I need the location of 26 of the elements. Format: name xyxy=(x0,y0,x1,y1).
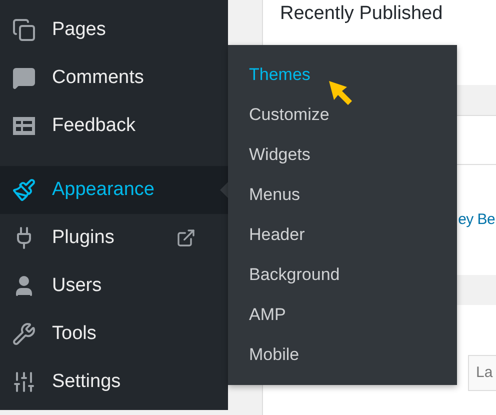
card-heading: Recently Published xyxy=(280,2,444,26)
submenu-item[interactable]: Customize xyxy=(228,95,457,135)
pages-icon xyxy=(12,18,36,42)
sidebar-item[interactable]: Plugins xyxy=(0,214,228,262)
submenu-item[interactable]: Mobile xyxy=(228,335,457,375)
sidebar-item[interactable]: Tools xyxy=(0,310,228,358)
tab[interactable]: La xyxy=(468,355,496,391)
submenu-item[interactable]: Background xyxy=(228,255,457,295)
feedback-icon xyxy=(12,114,36,138)
sidebar-item[interactable]: Settings xyxy=(0,358,228,406)
submenu-item[interactable]: Menus xyxy=(228,175,457,215)
submenu-item[interactable]: AMP xyxy=(228,295,457,335)
sidebar-item[interactable]: Feedback xyxy=(0,102,228,150)
cursor-icon xyxy=(328,80,354,106)
sidebar-item[interactable]: Pages xyxy=(0,6,228,54)
submenu-item[interactable]: Header xyxy=(228,215,457,255)
sidebar-item[interactable]: Appearance xyxy=(0,166,228,214)
submenu-item[interactable]: Themes xyxy=(228,55,457,95)
sliders-icon xyxy=(12,370,36,394)
submenu-item[interactable]: Widgets xyxy=(228,135,457,175)
post-link[interactable]: ey Be xyxy=(458,208,496,232)
sidebar-item[interactable]: Users xyxy=(0,262,228,310)
sidebar-item[interactable]: Comments xyxy=(0,54,228,102)
comment-icon xyxy=(12,66,36,90)
wrench-icon xyxy=(12,322,36,346)
paintbrush-icon xyxy=(12,178,36,202)
